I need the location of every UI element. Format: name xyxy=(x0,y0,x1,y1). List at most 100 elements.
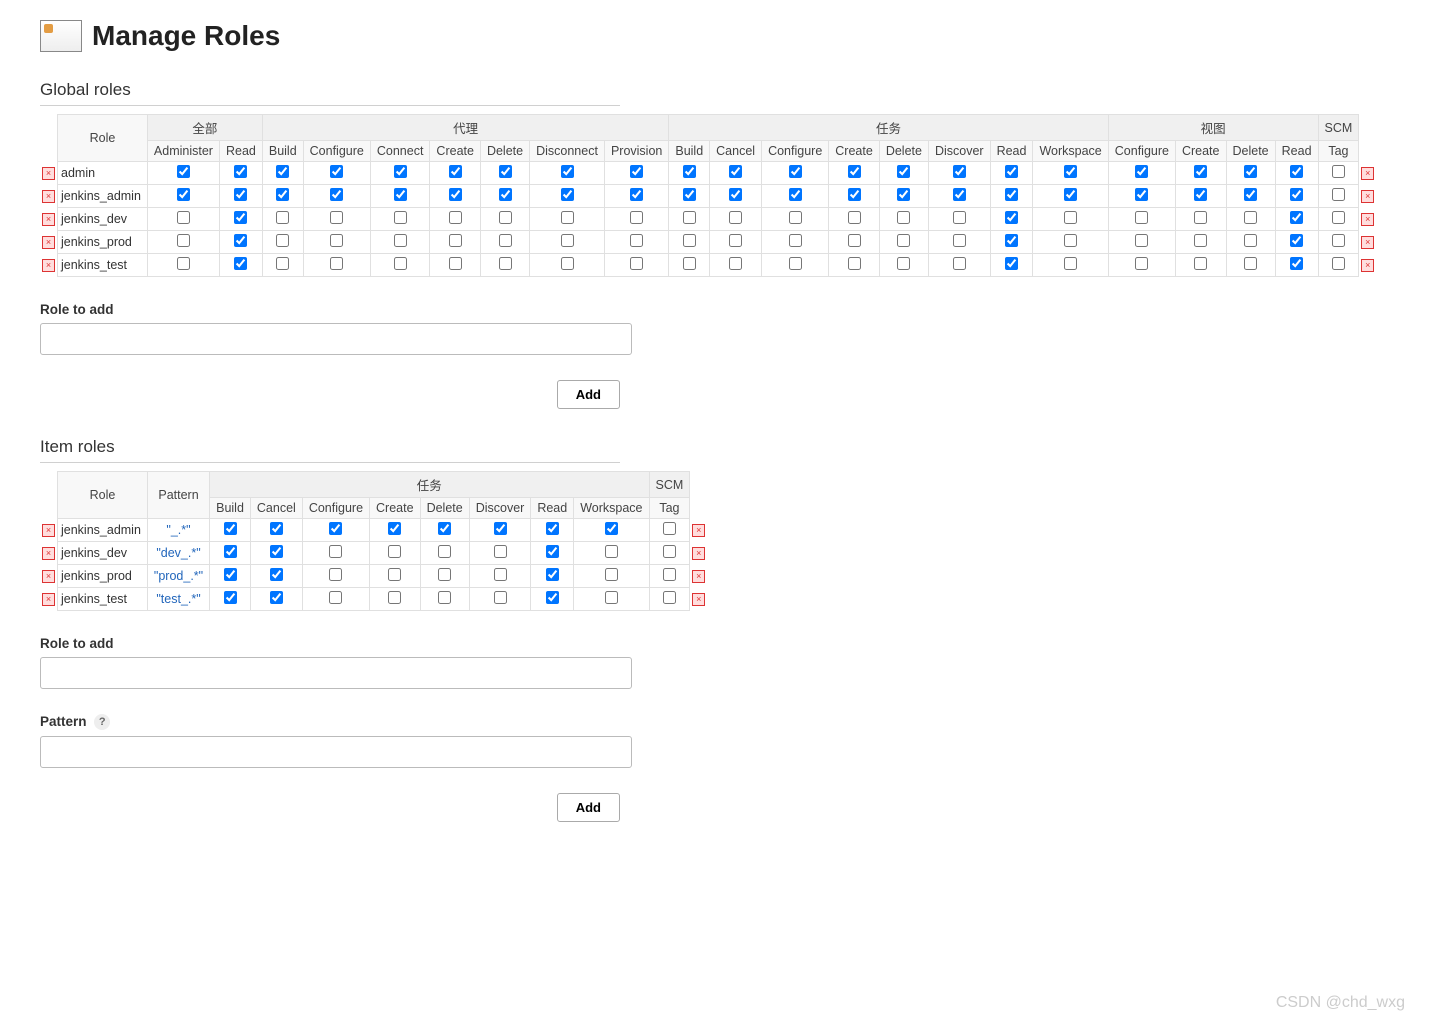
permission-checkbox[interactable] xyxy=(270,522,283,535)
permission-checkbox[interactable] xyxy=(630,257,643,270)
permission-checkbox[interactable] xyxy=(561,188,574,201)
permission-checkbox[interactable] xyxy=(388,591,401,604)
permission-checkbox[interactable] xyxy=(1194,211,1207,224)
item-add-button[interactable]: Add xyxy=(557,793,620,822)
permission-checkbox[interactable] xyxy=(177,188,190,201)
permission-checkbox[interactable] xyxy=(1290,165,1303,178)
permission-checkbox[interactable] xyxy=(330,257,343,270)
permission-checkbox[interactable] xyxy=(394,211,407,224)
permission-checkbox[interactable] xyxy=(683,188,696,201)
permission-checkbox[interactable] xyxy=(953,257,966,270)
row-delete-icon[interactable]: × xyxy=(42,259,55,272)
permission-checkbox[interactable] xyxy=(177,211,190,224)
permission-checkbox[interactable] xyxy=(388,568,401,581)
row-delete-icon[interactable]: × xyxy=(692,547,705,560)
permission-checkbox[interactable] xyxy=(449,234,462,247)
permission-checkbox[interactable] xyxy=(494,591,507,604)
permission-checkbox[interactable] xyxy=(789,234,802,247)
permission-checkbox[interactable] xyxy=(1194,188,1207,201)
permission-checkbox[interactable] xyxy=(729,234,742,247)
permission-checkbox[interactable] xyxy=(897,188,910,201)
permission-checkbox[interactable] xyxy=(388,545,401,558)
permission-checkbox[interactable] xyxy=(234,234,247,247)
permission-checkbox[interactable] xyxy=(394,234,407,247)
global-add-button[interactable]: Add xyxy=(557,380,620,409)
permission-checkbox[interactable] xyxy=(330,234,343,247)
permission-checkbox[interactable] xyxy=(1005,165,1018,178)
permission-checkbox[interactable] xyxy=(729,211,742,224)
permission-checkbox[interactable] xyxy=(1064,234,1077,247)
permission-checkbox[interactable] xyxy=(499,165,512,178)
permission-checkbox[interactable] xyxy=(388,522,401,535)
permission-checkbox[interactable] xyxy=(438,568,451,581)
row-delete-icon[interactable]: × xyxy=(42,190,55,203)
permission-checkbox[interactable] xyxy=(499,234,512,247)
permission-checkbox[interactable] xyxy=(1064,211,1077,224)
permission-checkbox[interactable] xyxy=(1135,188,1148,201)
permission-checkbox[interactable] xyxy=(561,211,574,224)
permission-checkbox[interactable] xyxy=(683,211,696,224)
permission-checkbox[interactable] xyxy=(330,188,343,201)
permission-checkbox[interactable] xyxy=(1332,234,1345,247)
permission-checkbox[interactable] xyxy=(330,165,343,178)
permission-checkbox[interactable] xyxy=(270,568,283,581)
permission-checkbox[interactable] xyxy=(499,211,512,224)
permission-checkbox[interactable] xyxy=(683,257,696,270)
row-delete-icon[interactable]: × xyxy=(42,524,55,537)
permission-checkbox[interactable] xyxy=(494,545,507,558)
permission-checkbox[interactable] xyxy=(1244,257,1257,270)
permission-checkbox[interactable] xyxy=(953,234,966,247)
permission-checkbox[interactable] xyxy=(394,257,407,270)
permission-checkbox[interactable] xyxy=(630,211,643,224)
row-delete-icon[interactable]: × xyxy=(1361,167,1374,180)
permission-checkbox[interactable] xyxy=(177,257,190,270)
permission-checkbox[interactable] xyxy=(953,211,966,224)
permission-checkbox[interactable] xyxy=(1194,257,1207,270)
row-delete-icon[interactable]: × xyxy=(42,167,55,180)
permission-checkbox[interactable] xyxy=(499,188,512,201)
permission-checkbox[interactable] xyxy=(438,522,451,535)
permission-checkbox[interactable] xyxy=(605,568,618,581)
permission-checkbox[interactable] xyxy=(1290,211,1303,224)
permission-checkbox[interactable] xyxy=(789,188,802,201)
permission-checkbox[interactable] xyxy=(1244,165,1257,178)
permission-checkbox[interactable] xyxy=(1244,211,1257,224)
permission-checkbox[interactable] xyxy=(329,591,342,604)
permission-checkbox[interactable] xyxy=(605,545,618,558)
permission-checkbox[interactable] xyxy=(177,234,190,247)
permission-checkbox[interactable] xyxy=(729,257,742,270)
row-delete-icon[interactable]: × xyxy=(1361,213,1374,226)
permission-checkbox[interactable] xyxy=(663,545,676,558)
permission-checkbox[interactable] xyxy=(605,591,618,604)
permission-checkbox[interactable] xyxy=(630,165,643,178)
permission-checkbox[interactable] xyxy=(499,257,512,270)
pattern-link[interactable]: "dev_.*" xyxy=(156,546,200,560)
permission-checkbox[interactable] xyxy=(330,211,343,224)
permission-checkbox[interactable] xyxy=(494,522,507,535)
row-delete-icon[interactable]: × xyxy=(1361,236,1374,249)
row-delete-icon[interactable]: × xyxy=(692,593,705,606)
permission-checkbox[interactable] xyxy=(394,188,407,201)
permission-checkbox[interactable] xyxy=(224,545,237,558)
permission-checkbox[interactable] xyxy=(270,591,283,604)
permission-checkbox[interactable] xyxy=(561,165,574,178)
row-delete-icon[interactable]: × xyxy=(692,524,705,537)
permission-checkbox[interactable] xyxy=(1064,165,1077,178)
permission-checkbox[interactable] xyxy=(329,568,342,581)
permission-checkbox[interactable] xyxy=(276,257,289,270)
row-delete-icon[interactable]: × xyxy=(42,547,55,560)
permission-checkbox[interactable] xyxy=(729,165,742,178)
permission-checkbox[interactable] xyxy=(897,211,910,224)
permission-checkbox[interactable] xyxy=(789,211,802,224)
permission-checkbox[interactable] xyxy=(953,165,966,178)
permission-checkbox[interactable] xyxy=(848,188,861,201)
permission-checkbox[interactable] xyxy=(848,211,861,224)
permission-checkbox[interactable] xyxy=(546,568,559,581)
permission-checkbox[interactable] xyxy=(449,257,462,270)
permission-checkbox[interactable] xyxy=(630,234,643,247)
permission-checkbox[interactable] xyxy=(663,591,676,604)
pattern-link[interactable]: "test_.*" xyxy=(156,592,200,606)
permission-checkbox[interactable] xyxy=(1064,188,1077,201)
permission-checkbox[interactable] xyxy=(1005,188,1018,201)
permission-checkbox[interactable] xyxy=(663,568,676,581)
